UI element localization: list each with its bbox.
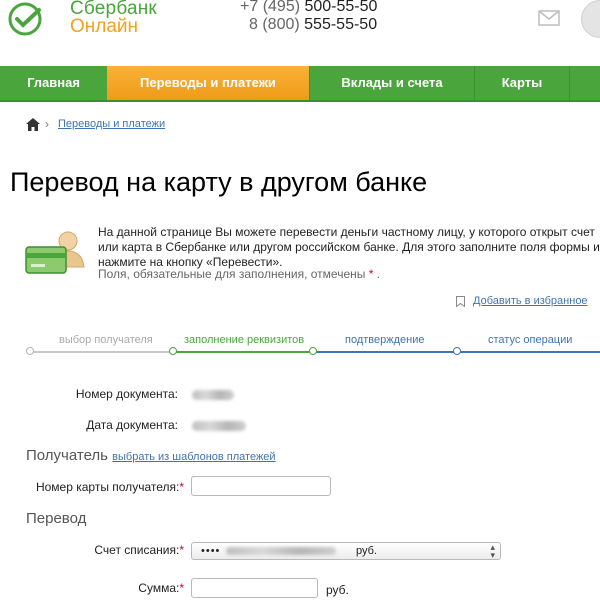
- user-avatar[interactable]: [581, 0, 600, 38]
- select-arrows-icon: ▴ ▾: [490, 542, 495, 560]
- account-number-blurred: [226, 547, 336, 555]
- recipient-section-title: Получатель выбрать из шаблонов платежей: [26, 447, 276, 464]
- home-icon[interactable]: [26, 118, 40, 131]
- recipient-section-label: Получатель: [26, 447, 108, 464]
- step-track-done: [30, 351, 172, 353]
- bookmark-icon[interactable]: [456, 296, 465, 307]
- phone-moscow: +7 (495) 500-55-50: [240, 0, 377, 16]
- choose-template-link[interactable]: выбрать из шаблонов платежей: [112, 451, 275, 463]
- nav-divider: [569, 66, 570, 100]
- doc-number-value-blurred: [192, 390, 234, 400]
- account-currency: руб.: [356, 545, 377, 557]
- required-star: *: [179, 480, 184, 494]
- phone-russia: 8 (800) 555-55-50: [249, 16, 377, 34]
- chevron-right-icon: ›: [45, 117, 49, 131]
- nav-item-deposits[interactable]: Вклады и счета: [310, 66, 474, 100]
- doc-number-label: Номер документа:: [75, 387, 178, 401]
- breadcrumb-link-transfers[interactable]: Переводы и платежи: [58, 118, 165, 130]
- phone-russia-number: 555-55-50: [304, 16, 378, 33]
- amount-currency: руб.: [326, 583, 349, 597]
- required-note-period: .: [376, 267, 381, 281]
- page-title: Перевод на карту в другом банке: [10, 167, 428, 197]
- amount-input[interactable]: [191, 578, 318, 598]
- card-number-label-text: Номер карты получателя:: [35, 480, 180, 494]
- step-label-operation-status: статус операции: [488, 334, 573, 346]
- account-select[interactable]: •••• руб. ▴ ▾: [191, 542, 501, 560]
- step-label-confirmation: подтверждение: [345, 334, 425, 346]
- step-label-fill-details: заполнение реквизитов: [184, 334, 305, 346]
- step-dot: [309, 347, 317, 355]
- doc-date-label: Дата документа:: [86, 418, 178, 432]
- step-dot: [169, 347, 177, 355]
- add-to-favorites-link[interactable]: Добавить в избранное: [473, 295, 588, 307]
- required-star: *: [179, 543, 184, 557]
- amount-label: Сумма:*: [138, 581, 184, 595]
- step-track-active: [172, 351, 312, 353]
- card-number-label: Номер карты получателя:*: [36, 480, 184, 494]
- transfer-section-title: Перевод: [26, 510, 87, 527]
- nav-item-transfers[interactable]: Переводы и платежи: [107, 66, 309, 100]
- sberbank-logo-icon: [8, 2, 42, 36]
- required-note-text: Поля, обязательные для заполнения, отмеч…: [98, 267, 366, 281]
- required-star: *: [179, 581, 184, 595]
- doc-date-value-blurred: [192, 421, 246, 431]
- mail-icon[interactable]: [538, 10, 560, 26]
- nav-item-home[interactable]: Главная: [0, 66, 107, 100]
- phone-russia-prefix: 8 (800): [249, 16, 305, 33]
- card-number-input[interactable]: [191, 476, 331, 496]
- card-transfer-icon: [25, 231, 85, 274]
- step-dot: [26, 347, 34, 355]
- amount-label-text: Сумма:: [138, 581, 180, 595]
- account-label: Счет списания:*: [94, 543, 184, 557]
- logo-text-online: Онлайн: [70, 16, 139, 37]
- main-nav: Главная Переводы и платежи Вклады и счет…: [0, 66, 600, 102]
- required-fields-note: Поля, обязательные для заполнения, отмеч…: [98, 267, 380, 281]
- step-dot: [453, 347, 461, 355]
- intro-text: На данной странице Вы можете перевести д…: [98, 225, 600, 269]
- step-label-choose-recipient: выбор получателя: [59, 334, 153, 346]
- nav-item-cards[interactable]: Карты: [475, 66, 569, 100]
- account-label-text: Счет списания:: [94, 543, 180, 557]
- phone-moscow-prefix: +7 (495): [240, 0, 305, 15]
- phone-moscow-number: 500-55-50: [304, 0, 378, 15]
- account-masked-number: ••••: [201, 545, 221, 557]
- required-star: *: [368, 267, 374, 281]
